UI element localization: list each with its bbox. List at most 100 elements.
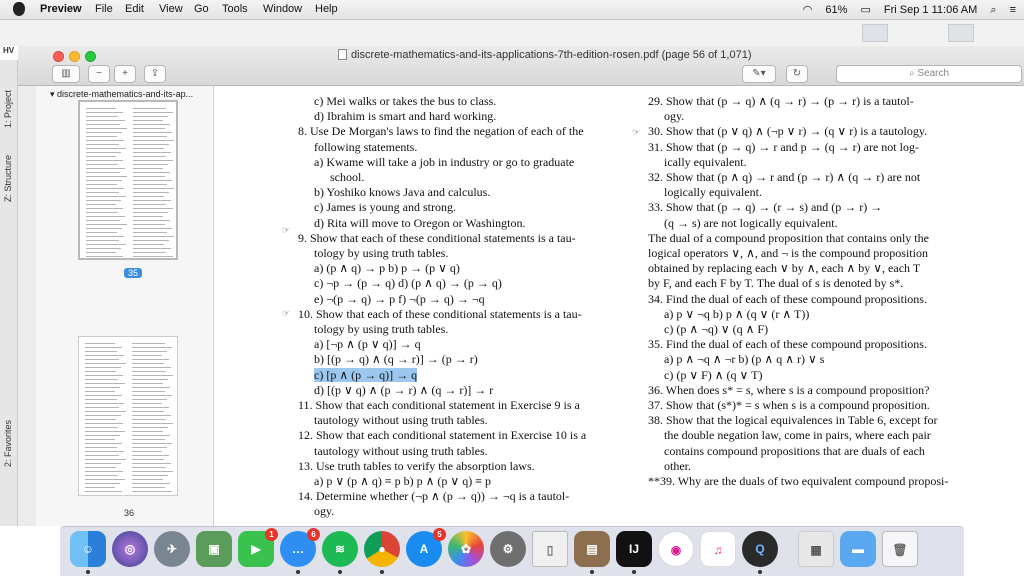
- quicktime-icon[interactable]: Q: [742, 531, 778, 574]
- menu-file[interactable]: File: [95, 3, 113, 15]
- launchpad-icon[interactable]: ✈: [154, 531, 190, 567]
- text-line: 32. Show that (p ∧ q) → r and (p → r) ∧ …: [648, 170, 921, 184]
- messages-icon[interactable]: … 6: [280, 528, 320, 574]
- menu-tools[interactable]: Tools: [222, 3, 248, 15]
- app-store-icon[interactable]: A5: [406, 528, 446, 567]
- notification-center-icon[interactable]: ≡: [1010, 4, 1016, 16]
- intellij-icon[interactable]: IJ: [616, 531, 652, 574]
- trash-icon[interactable]: 🗑: [882, 531, 918, 567]
- thumbnail-text-line: [86, 232, 117, 233]
- text-line: 38. Show that the logical equivalences i…: [648, 413, 938, 428]
- thumbnail-text-line: [133, 236, 174, 237]
- thumbnail-text-line: [85, 443, 122, 444]
- disclosure-triangle-icon[interactable]: ▾: [50, 89, 57, 99]
- downloads-stack-icon[interactable]: ▦: [798, 531, 834, 567]
- pdf-file-icon: [338, 49, 347, 60]
- chrome-icon[interactable]: ●: [364, 531, 400, 574]
- search-input[interactable]: ⌕ Search: [836, 65, 1022, 83]
- thumbnail-text-line: [132, 359, 169, 360]
- battery-icon[interactable]: ▭: [860, 4, 870, 16]
- dictionary-icon[interactable]: ◉: [658, 531, 694, 567]
- battery-percent[interactable]: 61%: [825, 4, 847, 16]
- sidebar-toggle-button[interactable]: ▥: [52, 65, 80, 83]
- rotate-button[interactable]: ↻: [786, 65, 808, 83]
- siri-icon[interactable]: ◎: [112, 531, 148, 567]
- text-line: tautology without using truth tables.: [314, 413, 488, 428]
- share-button[interactable]: ⇪: [144, 65, 166, 83]
- text-line: c) [p ∧ (p → q)] → q: [314, 367, 418, 382]
- folder-icon[interactable]: ▬: [840, 531, 876, 567]
- thumbnail-text-line: [133, 180, 172, 181]
- text-line: ogy.: [664, 109, 685, 124]
- thumbnail-text-line: [85, 391, 115, 392]
- menu-window[interactable]: Window: [263, 3, 302, 15]
- menu-app-preview[interactable]: Preview: [40, 3, 82, 15]
- thumbnail-text-line: [132, 491, 172, 492]
- text-line: contains compound propositions that are …: [664, 443, 925, 458]
- text-line: 33. Show that (p → q) → (r → s) and (p →…: [648, 200, 883, 215]
- thumbnail-text-line: [86, 132, 122, 133]
- ide-tab-project[interactable]: 1: Project: [3, 90, 13, 128]
- thumbnail-text-line: [132, 471, 173, 472]
- thumbnail-sidebar: ▾ discrete-mathematics-and-its-ap... 35 …: [36, 86, 214, 526]
- page-thumbnail-35[interactable]: [78, 100, 178, 260]
- thumbnail-text-line: [86, 140, 124, 141]
- text-line: other.: [664, 458, 691, 473]
- photos-icon[interactable]: ✿: [448, 531, 484, 567]
- thumbnail-text-line: [132, 347, 172, 348]
- ide-tab-favorites[interactable]: 2: Favorites: [3, 420, 13, 467]
- text-line: (q → s) are not logically equivalent.: [664, 215, 838, 230]
- document-icon[interactable]: ▯: [532, 531, 568, 567]
- image-capture-icon[interactable]: ▣: [196, 531, 232, 567]
- thumbnail-text-line: [132, 383, 163, 384]
- finder-icon[interactable]: ☺: [70, 531, 106, 574]
- wifi-icon[interactable]: ◠: [803, 4, 813, 16]
- text-line: 29. Show that (p → q) ∧ (q → r) → (p → r…: [648, 94, 914, 108]
- close-button[interactable]: [53, 51, 64, 62]
- thumbnail-text-line: [133, 208, 173, 209]
- thumbnail-text-line: [86, 120, 125, 121]
- menu-edit[interactable]: Edit: [125, 3, 144, 15]
- page-thumbnail-36[interactable]: [78, 336, 178, 496]
- status-area: ◠ 61% ▭ Fri Sep 1 11:06 AM ⌕ ≡: [793, 3, 1016, 17]
- thumbnail-text-line: [86, 176, 127, 177]
- preview-app-icon[interactable]: ▤: [574, 531, 610, 574]
- minimize-button[interactable]: [69, 51, 80, 62]
- zoom-in-button[interactable]: +: [114, 65, 136, 83]
- thumbnail-text-line: [85, 399, 117, 400]
- thumbnail-text-line: [132, 483, 170, 484]
- thumbnail-text-line: [86, 184, 117, 185]
- thumbnail-text-line: [86, 196, 126, 197]
- markup-pen-button[interactable]: ✎▾: [742, 65, 776, 83]
- ide-tool-strip: 1: Project Z: Structure 2: Favorites: [0, 60, 18, 526]
- facetime-icon[interactable]: ▶ 1: [238, 528, 278, 567]
- thumbnail-text-line: [86, 244, 126, 245]
- spotify-icon[interactable]: ≋: [322, 531, 358, 574]
- apple-menu-icon[interactable]: [13, 2, 25, 16]
- spotlight-icon[interactable]: ⌕: [990, 4, 996, 16]
- thumbnail-text-line: [132, 399, 167, 400]
- itunes-icon[interactable]: ♫: [700, 531, 736, 567]
- sidebar-file-title[interactable]: ▾ discrete-mathematics-and-its-ap...: [50, 89, 193, 100]
- page-number-label: 36: [124, 508, 135, 518]
- clock[interactable]: Fri Sep 1 11:06 AM: [884, 4, 977, 16]
- thumbnail-text-line: [133, 176, 165, 177]
- zoom-out-button[interactable]: −: [88, 65, 110, 83]
- menu-go[interactable]: Go: [194, 3, 209, 15]
- thumbnail-text-line: [132, 407, 169, 408]
- text-line: 30. Show that (p ∨ q) ∧ (¬p ∨ r) → (q ∨ …: [648, 124, 928, 139]
- menu-help[interactable]: Help: [315, 3, 338, 15]
- thumbnail-text-line: [85, 451, 124, 452]
- pdf-document-view[interactable]: ☞ ☞ ☞ c) Mei walks or takes the bus to c…: [214, 86, 1024, 526]
- thumbnail-text-line: [133, 256, 173, 257]
- thumbnail-text-line: [86, 204, 116, 205]
- zoom-button[interactable]: [85, 51, 96, 62]
- thumbnail-text-line: [132, 367, 171, 368]
- app-store-badge: 5: [433, 528, 446, 541]
- thumbnail-text-line: [85, 419, 116, 420]
- menu-view[interactable]: View: [159, 3, 183, 15]
- thumbnail-text-line: [85, 471, 123, 472]
- ide-tab-structure[interactable]: Z: Structure: [3, 155, 13, 202]
- thumbnail-text-line: [86, 192, 119, 193]
- system-preferences-icon[interactable]: ⚙: [490, 531, 526, 567]
